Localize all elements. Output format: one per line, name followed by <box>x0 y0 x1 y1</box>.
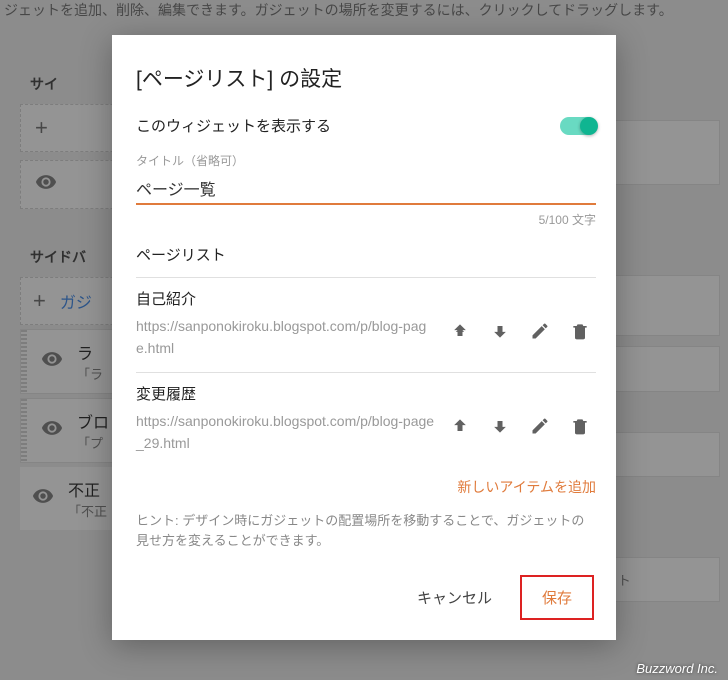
move-down-button[interactable] <box>484 410 516 442</box>
settings-dialog: [ページリスト] の設定 このウィジェットを表示する タイトル（省略可） 5/1… <box>112 35 616 640</box>
page-item-url: https://sanponokiroku.blogspot.com/p/blo… <box>136 315 436 360</box>
title-field-label: タイトル（省略可） <box>136 152 596 169</box>
page-item: 変更履歴 https://sanponokiroku.blogspot.com/… <box>136 372 596 467</box>
page-item-title: 変更履歴 <box>136 383 596 404</box>
save-highlight: 保存 <box>520 575 594 620</box>
pagelist-section-label: ページリスト <box>136 244 596 265</box>
dialog-footer: キャンセル 保存 <box>112 557 616 640</box>
move-up-button[interactable] <box>444 315 476 347</box>
edit-button[interactable] <box>524 410 556 442</box>
delete-button[interactable] <box>564 315 596 347</box>
cancel-button[interactable]: キャンセル <box>399 575 510 620</box>
page-item: 自己紹介 https://sanponokiroku.blogspot.com/… <box>136 277 596 372</box>
delete-button[interactable] <box>564 410 596 442</box>
page-item-title: 自己紹介 <box>136 288 596 309</box>
edit-button[interactable] <box>524 315 556 347</box>
save-button[interactable]: 保存 <box>524 579 590 616</box>
add-new-item-link[interactable]: 新しいアイテムを追加 <box>136 467 596 511</box>
dialog-body[interactable]: このウィジェットを表示する タイトル（省略可） 5/100 文字 ページリスト … <box>112 111 616 557</box>
hint-text: ヒント: デザイン時にガジェットの配置場所を移動することで、ガジェットの見せ方を… <box>136 511 596 553</box>
show-widget-label: このウィジェットを表示する <box>136 115 331 136</box>
watermark: Buzzword Inc. <box>636 661 718 676</box>
char-count: 5/100 文字 <box>136 211 596 228</box>
move-up-button[interactable] <box>444 410 476 442</box>
move-down-button[interactable] <box>484 315 516 347</box>
page-item-url: https://sanponokiroku.blogspot.com/p/blo… <box>136 410 436 455</box>
dialog-title: [ページリスト] の設定 <box>112 35 616 111</box>
title-input[interactable] <box>136 175 596 205</box>
show-widget-toggle[interactable] <box>560 117 596 135</box>
